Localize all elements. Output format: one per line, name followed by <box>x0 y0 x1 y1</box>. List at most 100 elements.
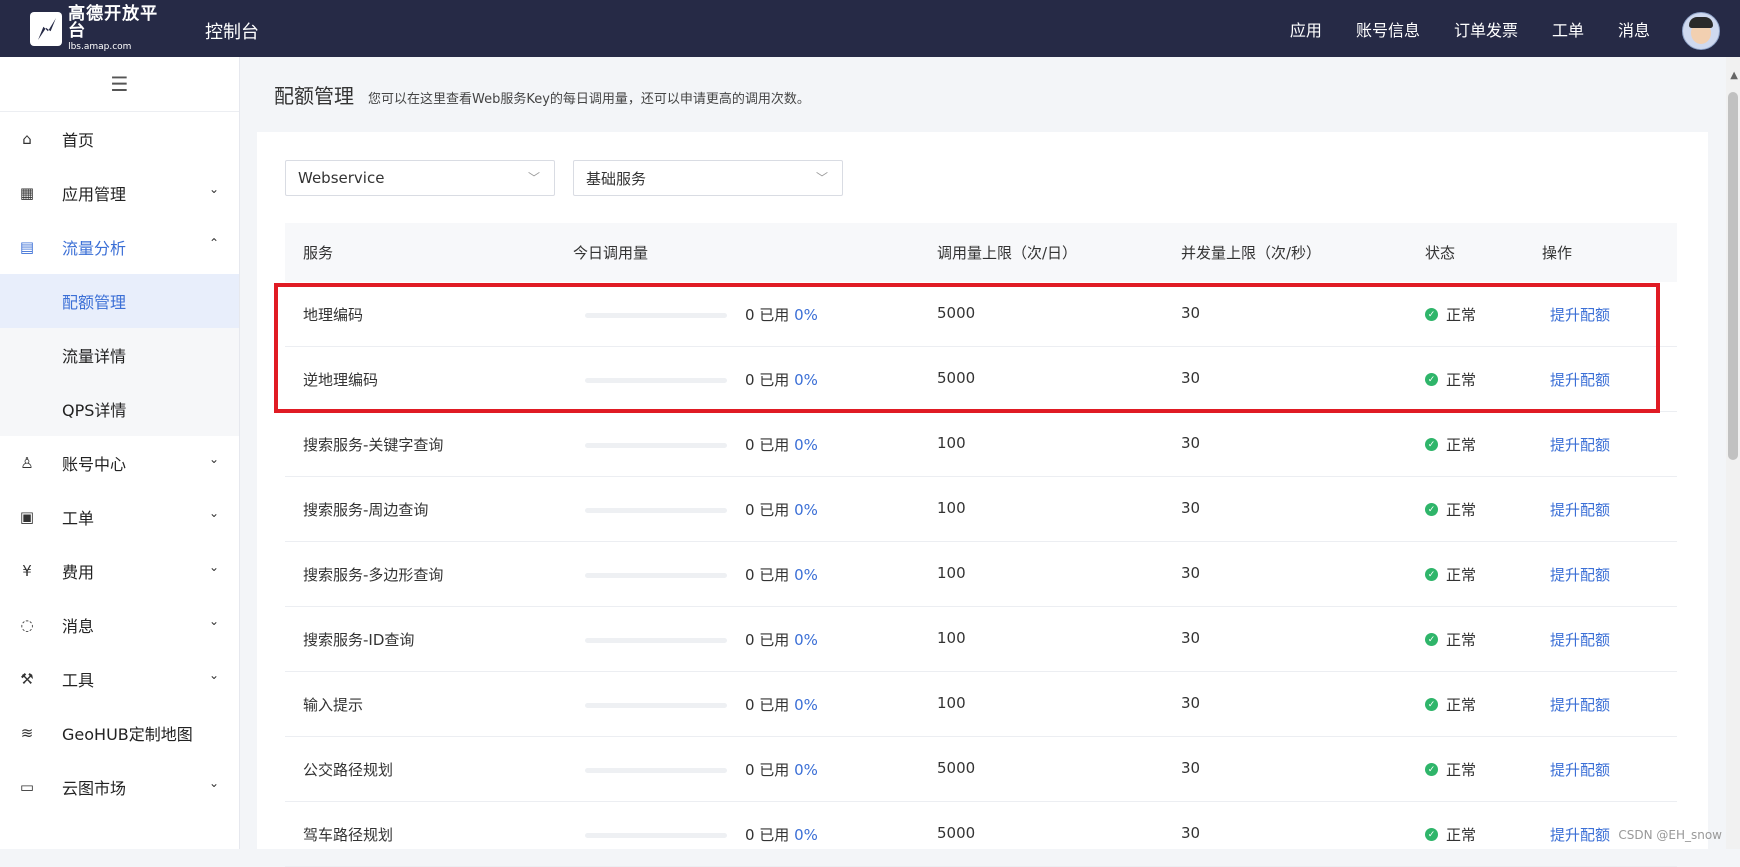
sidebar-item-billing[interactable]: ¥ 费用 ⌄ <box>0 544 239 598</box>
sidebar-item-label: 消息 <box>62 617 95 636</box>
amap-logo[interactable]: 高德开放平台 lbs.amap.com <box>30 6 170 52</box>
usage-progress-bar <box>585 703 727 708</box>
usage-progress-bar <box>585 573 727 578</box>
service-category-select[interactable]: 基础服务 ﹀ <box>573 160 843 196</box>
raise-quota-link[interactable]: 提升配额 <box>1550 499 1610 520</box>
sidebar-item-cloud-market[interactable]: ▭ 云图市场 ⌄ <box>0 760 239 814</box>
table-row: 地理编码 0 已用 0% 5000 30 ✓ 正常 提升配额 <box>285 282 1677 347</box>
status-badge: ✓ 正常 <box>1425 759 1476 780</box>
sidebar-subitem-quota[interactable]: 配额管理 <box>0 274 239 328</box>
sidebar: ☰ ⌂ 首页 ▦ 应用管理 ⌄ ▤ 流量分析 ⌃ 配额管理 流量详情 QPS详情… <box>0 57 240 849</box>
usage-count: 0 已用 <box>745 501 790 519</box>
avatar[interactable] <box>1682 12 1720 50</box>
sidebar-item-ticket[interactable]: ▣ 工单 ⌄ <box>0 490 239 544</box>
sidebar-item-geohub[interactable]: ≋ GeoHUB定制地图 <box>0 706 239 760</box>
sidebar-item-label: 流量分析 <box>62 239 127 258</box>
table-row: 搜索服务-关键字查询 0 已用 0% 100 30 ✓ 正常 提升配额 <box>285 412 1677 477</box>
status-badge: ✓ 正常 <box>1425 629 1476 650</box>
chevron-down-icon: ﹀ <box>815 171 828 185</box>
raise-quota-link[interactable]: 提升配额 <box>1550 824 1610 845</box>
sidebar-item-account-center[interactable]: ♙ 账号中心 ⌄ <box>0 436 239 490</box>
status-text: 正常 <box>1446 501 1477 519</box>
service-name: 输入提示 <box>303 696 364 714</box>
concurrency-limit: 30 <box>1181 824 1201 842</box>
usage-progress-bar <box>585 768 727 773</box>
concurrency-limit: 30 <box>1181 369 1201 387</box>
usage-count: 0 已用 <box>745 306 790 324</box>
usage-percent: 0% <box>794 696 818 714</box>
usage-count: 0 已用 <box>745 826 790 844</box>
check-circle-icon: ✓ <box>1425 828 1438 841</box>
message-icon: ◌ <box>20 616 34 634</box>
top-nav-account[interactable]: 账号信息 <box>1356 17 1420 41</box>
service-type-value: Webservice <box>298 169 385 187</box>
sidebar-item-messages[interactable]: ◌ 消息 ⌄ <box>0 598 239 652</box>
sidebar-item-home[interactable]: ⌂ 首页 <box>0 112 239 166</box>
header-service: 服务 <box>303 244 334 262</box>
service-type-select[interactable]: Webservice ﹀ <box>285 160 555 196</box>
sidebar-item-traffic-analysis[interactable]: ▤ 流量分析 ⌃ <box>0 220 239 274</box>
service-name: 逆地理编码 <box>303 371 379 389</box>
table-row: 输入提示 0 已用 0% 100 30 ✓ 正常 提升配额 <box>285 672 1677 737</box>
scrollbar-thumb[interactable] <box>1728 92 1738 460</box>
wrench-icon: ⚒ <box>20 670 34 688</box>
table-row: 搜索服务-周边查询 0 已用 0% 100 30 ✓ 正常 提升配额 <box>285 477 1677 542</box>
header-status: 状态 <box>1425 244 1456 262</box>
page-title: 配额管理 <box>274 84 354 108</box>
user-icon: ♙ <box>20 454 34 472</box>
logo-subtitle: lbs.amap.com <box>68 42 132 52</box>
grid-icon: ▦ <box>19 184 35 202</box>
usage-text: 0 已用 0% <box>745 629 818 650</box>
chevron-down-icon: ⌄ <box>208 560 219 574</box>
check-circle-icon: ✓ <box>1425 568 1438 581</box>
raise-quota-link[interactable]: 提升配额 <box>1550 369 1610 390</box>
status-badge: ✓ 正常 <box>1425 369 1476 390</box>
raise-quota-link[interactable]: 提升配额 <box>1550 759 1610 780</box>
service-name: 搜索服务-ID查询 <box>303 631 415 649</box>
chevron-down-icon: ⌄ <box>208 506 219 520</box>
top-nav-apps[interactable]: 应用 <box>1290 17 1322 41</box>
table-row: 逆地理编码 0 已用 0% 5000 30 ✓ 正常 提升配额 <box>285 347 1677 412</box>
usage-percent: 0% <box>794 306 818 324</box>
usage-progress-bar <box>585 638 727 643</box>
status-badge: ✓ 正常 <box>1425 304 1476 325</box>
raise-quota-link[interactable]: 提升配额 <box>1550 694 1610 715</box>
usage-progress-bar <box>585 313 727 318</box>
logo-title: 高德开放平台 <box>68 4 159 41</box>
console-title[interactable]: 控制台 <box>205 18 259 44</box>
menu-icon[interactable]: ☰ <box>0 57 239 112</box>
daily-limit: 100 <box>937 434 966 452</box>
sidebar-item-app-management[interactable]: ▦ 应用管理 ⌄ <box>0 166 239 220</box>
raise-quota-link[interactable]: 提升配额 <box>1550 434 1610 455</box>
raise-quota-link[interactable]: 提升配额 <box>1550 304 1610 325</box>
concurrency-limit: 30 <box>1181 759 1201 777</box>
check-circle-icon: ✓ <box>1425 763 1438 776</box>
sidebar-item-label: 工单 <box>62 509 95 528</box>
usage-count: 0 已用 <box>745 761 790 779</box>
top-nav-messages[interactable]: 消息 <box>1618 17 1650 41</box>
sidebar-item-label: 云图市场 <box>62 779 127 798</box>
usage-progress-bar <box>585 443 727 448</box>
sidebar-subitem-qps-detail[interactable]: QPS详情 <box>0 382 239 436</box>
raise-quota-link[interactable]: 提升配额 <box>1550 564 1610 585</box>
usage-count: 0 已用 <box>745 566 790 584</box>
usage-percent: 0% <box>794 826 818 844</box>
top-nav-invoice[interactable]: 订单发票 <box>1454 17 1518 41</box>
status-badge: ✓ 正常 <box>1425 564 1476 585</box>
service-name: 驾车路径规划 <box>303 826 394 844</box>
table-header: 服务 今日调用量 调用量上限（次/日） 并发量上限（次/秒） 状态 操作 <box>285 223 1677 282</box>
watermark: CSDN @EH_snow <box>1618 828 1722 842</box>
header-action: 操作 <box>1542 244 1573 262</box>
scroll-up-icon[interactable]: ▲ <box>1730 70 1738 81</box>
sidebar-subitem-traffic-detail[interactable]: 流量详情 <box>0 328 239 382</box>
status-text: 正常 <box>1446 436 1477 454</box>
header-daily-limit: 调用量上限（次/日） <box>937 244 1078 262</box>
concurrency-limit: 30 <box>1181 304 1201 322</box>
usage-progress-bar <box>585 833 727 838</box>
usage-text: 0 已用 0% <box>745 694 818 715</box>
raise-quota-link[interactable]: 提升配额 <box>1550 629 1610 650</box>
usage-percent: 0% <box>794 761 818 779</box>
top-nav-ticket[interactable]: 工单 <box>1552 17 1584 41</box>
sidebar-item-tools[interactable]: ⚒ 工具 ⌄ <box>0 652 239 706</box>
usage-text: 0 已用 0% <box>745 369 818 390</box>
